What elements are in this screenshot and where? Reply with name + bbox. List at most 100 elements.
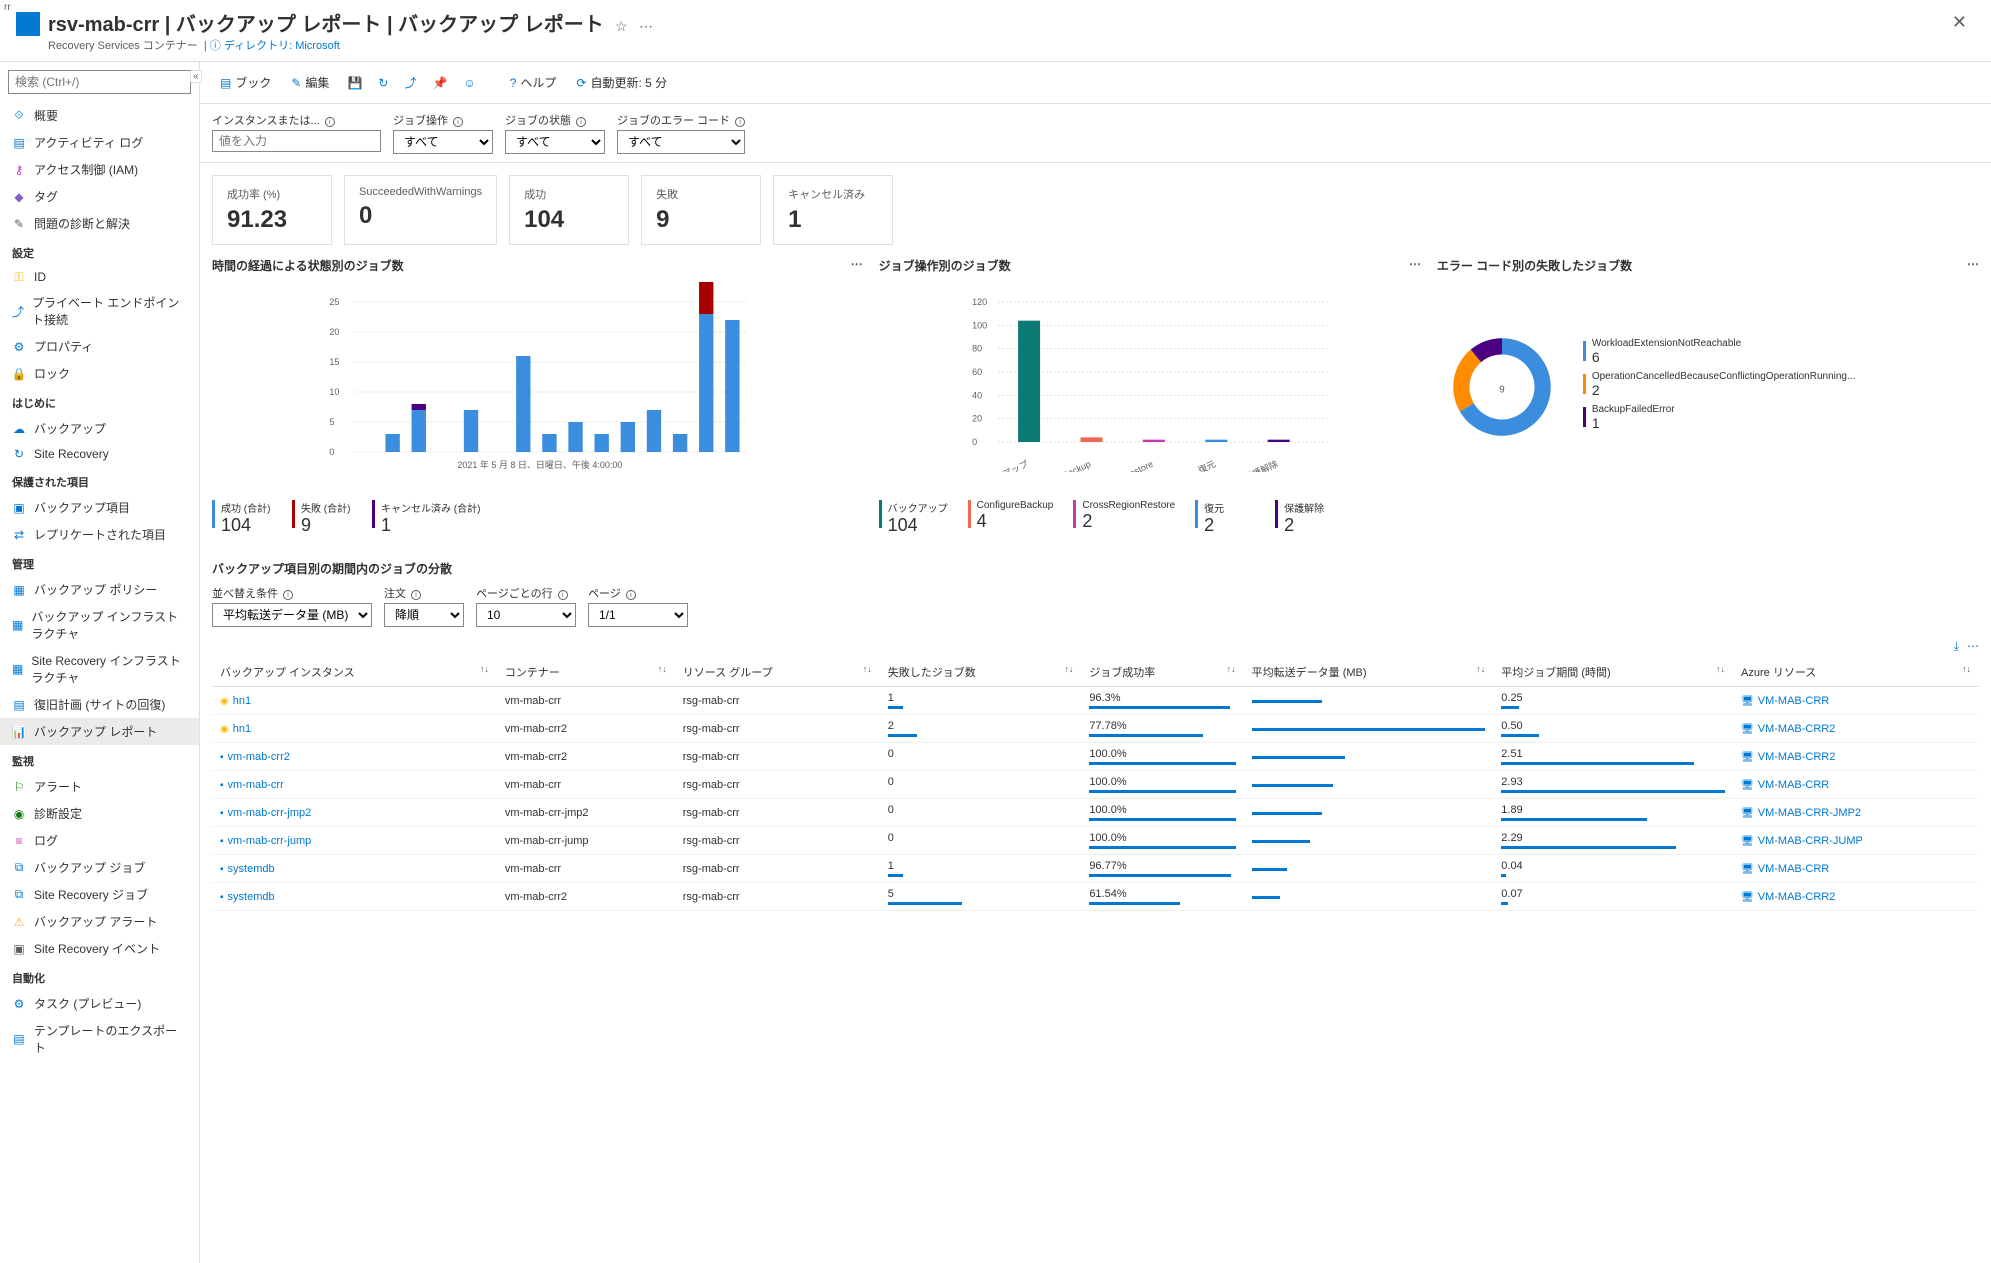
sidebar-item[interactable]: ⟐概要: [0, 102, 199, 129]
sidebar-item[interactable]: ▣バックアップ項目: [0, 494, 199, 521]
table-header[interactable]: バックアップ インスタンス↑↓: [212, 658, 497, 687]
jobs-table: バックアップ インスタンス↑↓コンテナー↑↓リソース グループ↑↓失敗したジョブ…: [212, 658, 1979, 911]
sidebar-item[interactable]: ⚿ID: [0, 265, 199, 289]
help-button[interactable]: ?ヘルプ: [502, 70, 565, 95]
svg-text:0: 0: [972, 437, 977, 447]
svg-text:2021 年 5 月 8 日、日曜日、午後 4:00:00: 2021 年 5 月 8 日、日曜日、午後 4:00:00: [457, 459, 622, 470]
refresh-icon[interactable]: ↻: [372, 72, 394, 94]
sidebar-item[interactable]: ↻Site Recovery: [0, 442, 199, 466]
sidebar-item[interactable]: ◉診断設定: [0, 800, 199, 827]
filter-status-select[interactable]: すべて: [505, 130, 605, 154]
info-icon[interactable]: i: [453, 117, 463, 127]
table-header[interactable]: 失敗したジョブ数↑↓: [880, 658, 1082, 687]
instance-link[interactable]: systemdb: [228, 863, 275, 875]
instance-link[interactable]: vm-mab-crr2: [228, 751, 290, 763]
instance-link[interactable]: hn1: [233, 695, 251, 707]
page-label: ページ: [588, 588, 621, 600]
sidebar-item[interactable]: ⚙タスク (プレビュー): [0, 990, 199, 1017]
sidebar-item[interactable]: ⚐アラート: [0, 773, 199, 800]
more-icon[interactable]: ⋯: [639, 18, 653, 34]
filter-error-select[interactable]: すべて: [617, 130, 745, 154]
edit-button[interactable]: ✎編集: [283, 70, 337, 95]
sidebar-item[interactable]: ⇄レプリケートされた項目: [0, 521, 199, 548]
resource-link[interactable]: VM-MAB-CRR: [1758, 863, 1830, 875]
vm-icon: ▪: [220, 808, 224, 819]
resource-link[interactable]: VM-MAB-CRR2: [1758, 723, 1836, 735]
resource-link[interactable]: VM-MAB-CRR: [1758, 695, 1830, 707]
table-header[interactable]: 平均転送データ量 (MB)↑↓: [1244, 658, 1494, 687]
directory-link[interactable]: ディレクトリ: Microsoft: [224, 40, 340, 52]
chart2-more-icon[interactable]: ⋯: [1409, 257, 1421, 274]
instance-link[interactable]: vm-mab-crr: [228, 779, 284, 791]
sidebar-item[interactable]: ▤テンプレートのエクスポート: [0, 1017, 199, 1061]
pin-icon[interactable]: ☆: [615, 18, 628, 34]
table-header[interactable]: リソース グループ↑↓: [675, 658, 880, 687]
avg-hr-cell: 0.25: [1493, 687, 1733, 715]
sidebar-item[interactable]: ☁バックアップ: [0, 415, 199, 442]
resource-link[interactable]: VM-MAB-CRR2: [1758, 891, 1836, 903]
table-more-icon[interactable]: ⋯: [1967, 639, 1979, 654]
collapse-sidebar-icon[interactable]: «: [190, 70, 202, 83]
chart3-more-icon[interactable]: ⋯: [1967, 257, 1979, 274]
instance-link[interactable]: systemdb: [228, 891, 275, 903]
nav-item-label: バックアップ レポート: [34, 723, 157, 740]
table-header[interactable]: Azure リソース↑↓: [1733, 658, 1979, 687]
sidebar-item[interactable]: ▦バックアップ インフラストラクチャ: [0, 603, 199, 647]
smiley-icon[interactable]: ☺: [457, 72, 481, 94]
sidebar-item[interactable]: ⧉Site Recovery ジョブ: [0, 881, 199, 908]
sidebar-item[interactable]: ⚷アクセス制御 (IAM): [0, 156, 199, 183]
rows-select[interactable]: 10: [476, 603, 576, 627]
sidebar-item[interactable]: ⧉バックアップ ジョブ: [0, 854, 199, 881]
table-header[interactable]: 平均ジョブ期間 (時間)↑↓: [1493, 658, 1733, 687]
legend-value: 1: [1592, 415, 1675, 431]
legend-item: BackupFailedError1: [1583, 404, 1856, 431]
workbook-button[interactable]: ▤ブック: [212, 70, 279, 95]
sidebar-item[interactable]: ⚠バックアップ アラート: [0, 908, 199, 935]
pin-toolbar-icon[interactable]: 📌: [426, 72, 453, 94]
sidebar-item[interactable]: ◆タグ: [0, 183, 199, 210]
sidebar-item[interactable]: 🔒ロック: [0, 360, 199, 387]
close-icon[interactable]: ✕: [1944, 8, 1975, 37]
rg-cell: rsg-mab-crr: [675, 715, 880, 743]
resource-link[interactable]: VM-MAB-CRR: [1758, 779, 1830, 791]
table-header[interactable]: コンテナー↑↓: [497, 658, 675, 687]
info-icon[interactable]: i: [411, 590, 421, 600]
instance-link[interactable]: vm-mab-crr-jump: [228, 835, 312, 847]
instance-link[interactable]: vm-mab-crr-jmp2: [228, 807, 312, 819]
filter-operation-select[interactable]: すべて: [393, 130, 493, 154]
resource-link[interactable]: VM-MAB-CRR-JUMP: [1758, 835, 1863, 847]
sidebar-item[interactable]: ▦バックアップ ポリシー: [0, 576, 199, 603]
info-icon[interactable]: i: [283, 590, 293, 600]
info-icon[interactable]: i: [735, 117, 745, 127]
nav-item-icon: ⚷: [12, 163, 26, 177]
sort-select[interactable]: 平均転送データ量 (MB): [212, 603, 372, 627]
sidebar-item[interactable]: ⚙プロパティ: [0, 333, 199, 360]
chart1-more-icon[interactable]: ⋯: [851, 257, 863, 274]
info-icon[interactable]: i: [626, 590, 636, 600]
instance-link[interactable]: hn1: [233, 723, 251, 735]
nav-item-label: タスク (プレビュー): [34, 995, 141, 1012]
page-select[interactable]: 1/1: [588, 603, 688, 627]
auto-refresh-button[interactable]: ⟳自動更新: 5 分: [568, 70, 675, 95]
order-select[interactable]: 降順: [384, 603, 464, 627]
info-icon[interactable]: i: [325, 117, 335, 127]
sidebar-item[interactable]: ≡ログ: [0, 827, 199, 854]
share-icon[interactable]: ⤴: [398, 70, 422, 95]
resource-link[interactable]: VM-MAB-CRR-JMP2: [1758, 807, 1861, 819]
sidebar-item[interactable]: ▣Site Recovery イベント: [0, 935, 199, 962]
svg-text:ConfigureBackup: ConfigureBackup: [1025, 459, 1092, 472]
info-icon[interactable]: i: [558, 590, 568, 600]
sidebar-item[interactable]: ✎問題の診断と解決: [0, 210, 199, 237]
info-icon[interactable]: i: [576, 117, 586, 127]
save-icon[interactable]: 💾: [341, 72, 368, 94]
filter-instance-input[interactable]: [212, 130, 381, 152]
export-icon[interactable]: ⤓: [1954, 639, 1959, 654]
resource-link[interactable]: VM-MAB-CRR2: [1758, 751, 1836, 763]
sidebar-item[interactable]: ▤アクティビティ ログ: [0, 129, 199, 156]
table-header[interactable]: ジョブ成功率↑↓: [1081, 658, 1243, 687]
sidebar-item[interactable]: ⤴プライベート エンドポイント接続: [0, 289, 199, 333]
sidebar-item[interactable]: ▦Site Recovery インフラストラクチャ: [0, 647, 199, 691]
search-input[interactable]: [8, 70, 191, 94]
sidebar-item[interactable]: ▤復旧計画 (サイトの回復): [0, 691, 199, 718]
sidebar-item[interactable]: 📊バックアップ レポート: [0, 718, 199, 745]
